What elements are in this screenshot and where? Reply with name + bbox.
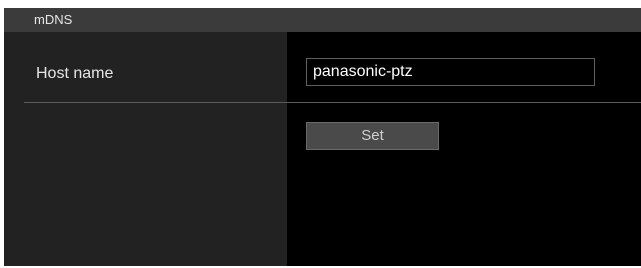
- host-name-input[interactable]: [306, 58, 595, 86]
- host-name-label: Host name: [36, 65, 114, 82]
- set-button[interactable]: Set: [306, 122, 439, 150]
- mdns-panel: mDNS Host name Set: [4, 8, 641, 266]
- row-divider: [24, 102, 641, 103]
- top-strip: [0, 0, 641, 8]
- section-title: mDNS: [4, 8, 641, 32]
